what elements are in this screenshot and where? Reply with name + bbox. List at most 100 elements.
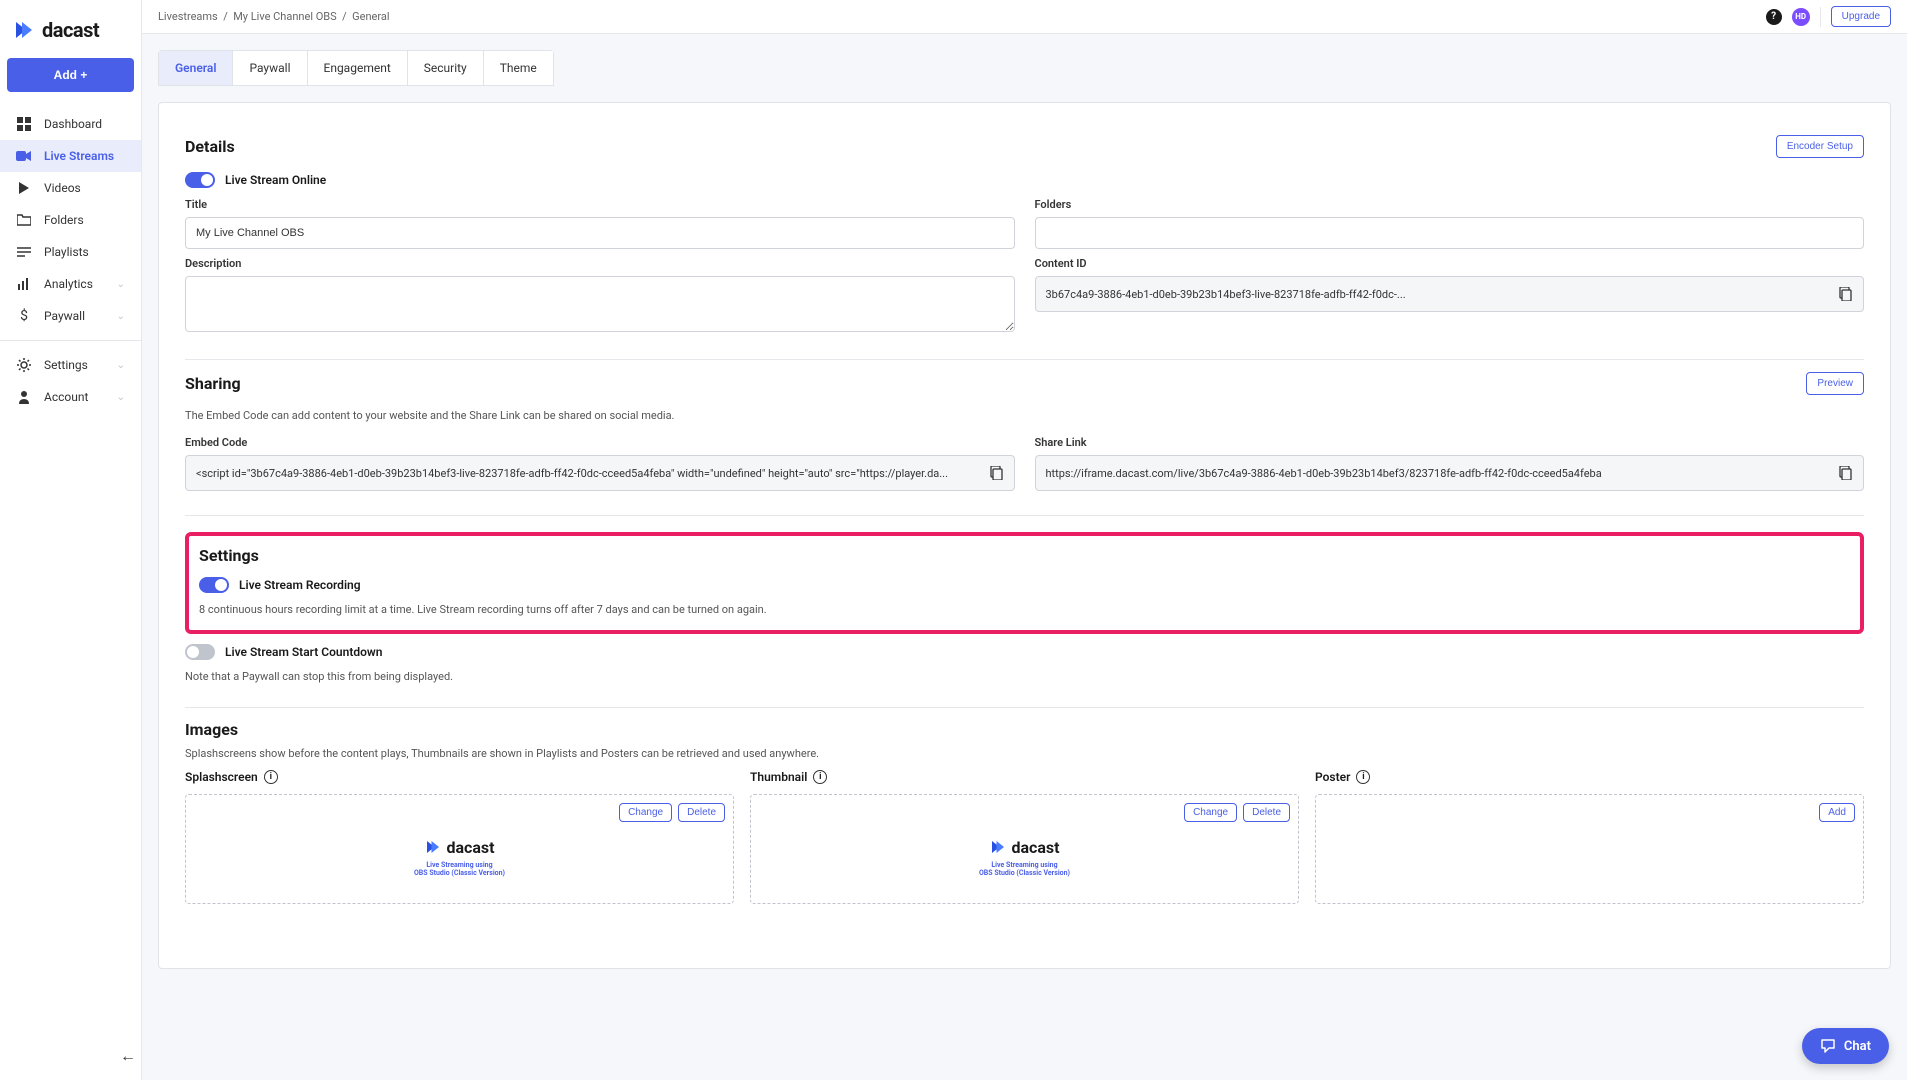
collapse-sidebar-icon[interactable]: ← <box>120 1046 136 1066</box>
sidebar-item-videos[interactable]: Videos <box>0 172 141 204</box>
live-stream-online-label: Live Stream Online <box>225 173 326 187</box>
camera-icon <box>16 148 32 164</box>
topbar: Livestreams / My Live Channel OBS / Gene… <box>142 0 1907 34</box>
divider <box>1820 7 1821 27</box>
splash-preview: dacast Live Streaming using OBS Studio (… <box>414 838 505 877</box>
analytics-icon <box>16 276 32 292</box>
upgrade-button[interactable]: Upgrade <box>1831 6 1891 27</box>
info-icon[interactable]: i <box>264 770 278 784</box>
tab-security[interactable]: Security <box>408 51 484 85</box>
brand-logo[interactable]: dacast <box>0 0 141 58</box>
description-input[interactable] <box>185 276 1015 332</box>
splashscreen-col: Splashscreen i Change Delete <box>185 770 734 904</box>
sidebar-item-settings[interactable]: Settings ⌄ <box>0 349 141 381</box>
sharelink-label: Share Link <box>1035 436 1865 449</box>
sharing-heading: Sharing <box>185 374 241 393</box>
panel-general: Details Encoder Setup Live Stream Online… <box>158 102 1891 969</box>
countdown-label: Live Stream Start Countdown <box>225 645 382 659</box>
dashboard-icon <box>16 116 32 132</box>
splashscreen-label: Splashscreen <box>185 770 258 784</box>
preview-button[interactable]: Preview <box>1806 372 1864 395</box>
folder-icon <box>16 212 32 228</box>
contentid-label: Content ID <box>1035 257 1865 270</box>
breadcrumb-channel[interactable]: My Live Channel OBS <box>233 10 337 23</box>
poster-add-button[interactable]: Add <box>1819 803 1855 822</box>
settings-heading: Settings <box>199 546 1850 565</box>
chevron-down-icon: ⌄ <box>117 360 125 371</box>
images-note: Splashscreens show before the content pl… <box>185 747 1864 760</box>
thumb-preview: dacast Live Streaming using OBS Studio (… <box>979 838 1070 877</box>
chat-widget[interactable]: Chat <box>1802 1028 1889 1064</box>
live-stream-recording-toggle[interactable] <box>199 577 229 593</box>
tab-engagement[interactable]: Engagement <box>308 51 408 85</box>
sharelink-field: https://iframe.dacast.com/live/3b67c4a9-… <box>1035 455 1865 491</box>
chevron-down-icon: ⌄ <box>117 279 125 290</box>
sidebar-item-folders[interactable]: Folders <box>0 204 141 236</box>
avatar[interactable]: HD <box>1792 8 1810 26</box>
sidebar-item-dashboard[interactable]: Dashboard <box>0 108 141 140</box>
tab-paywall[interactable]: Paywall <box>233 51 307 85</box>
images-heading: Images <box>185 720 1864 739</box>
tab-theme[interactable]: Theme <box>484 51 553 85</box>
help-icon[interactable]: ? <box>1766 9 1782 25</box>
sidebar-item-label: Settings <box>44 358 88 372</box>
folders-input[interactable] <box>1035 217 1865 249</box>
title-input[interactable] <box>185 217 1015 249</box>
splash-delete-button[interactable]: Delete <box>678 803 725 822</box>
sidebar-item-account[interactable]: Account ⌄ <box>0 381 141 413</box>
contentid-value: 3b67c4a9-3886-4eb1-d0eb-39b23b14bef3-liv… <box>1046 288 1830 301</box>
section-settings: Settings Live Stream Recording 8 continu… <box>185 516 1864 708</box>
settings-highlight: Settings Live Stream Recording 8 continu… <box>185 532 1864 634</box>
sidebar-item-label: Live Streams <box>44 149 114 163</box>
play-icon <box>16 180 32 196</box>
sidebar-item-label: Analytics <box>44 277 93 291</box>
countdown-toggle[interactable] <box>185 644 215 660</box>
add-button[interactable]: Add + <box>7 58 134 92</box>
encoder-setup-button[interactable]: Encoder Setup <box>1776 135 1864 158</box>
sidebar-item-label: Folders <box>44 213 84 227</box>
sidebar-item-label: Dashboard <box>44 117 102 131</box>
sidebar-item-analytics[interactable]: Analytics ⌄ <box>0 268 141 300</box>
poster-box: Add <box>1315 794 1864 904</box>
description-label: Description <box>185 257 1015 270</box>
chat-icon <box>1820 1038 1836 1054</box>
countdown-note: Note that a Paywall can stop this from b… <box>185 670 1864 683</box>
live-stream-online-toggle[interactable] <box>185 172 215 188</box>
tab-general[interactable]: General <box>159 51 233 85</box>
tabs: General Paywall Engagement Security Them… <box>158 50 554 86</box>
sidebar-item-paywall[interactable]: $ Paywall ⌄ <box>0 300 141 332</box>
dacast-logo-icon <box>424 838 442 856</box>
sidebar-item-playlists[interactable]: Playlists <box>0 236 141 268</box>
thumb-change-button[interactable]: Change <box>1184 803 1237 822</box>
breadcrumb-livestreams[interactable]: Livestreams <box>158 10 218 23</box>
dacast-logo-icon <box>989 838 1007 856</box>
chevron-down-icon: ⌄ <box>117 311 125 322</box>
copy-icon[interactable] <box>1837 286 1853 302</box>
playlist-icon <box>16 244 32 260</box>
sidebar-item-live-streams[interactable]: Live Streams <box>0 140 141 172</box>
gear-icon <box>16 357 32 373</box>
contentid-field: 3b67c4a9-3886-4eb1-d0eb-39b23b14bef3-liv… <box>1035 276 1865 312</box>
thumbnail-label: Thumbnail <box>750 770 807 784</box>
breadcrumb: Livestreams / My Live Channel OBS / Gene… <box>158 10 390 23</box>
section-details: Details Encoder Setup Live Stream Online… <box>185 123 1864 360</box>
person-icon <box>16 389 32 405</box>
thumbnail-box: Change Delete dacast Live Streaming usin… <box>750 794 1299 904</box>
copy-icon[interactable] <box>988 465 1004 481</box>
live-stream-recording-label: Live Stream Recording <box>239 578 361 592</box>
recording-note: 8 continuous hours recording limit at a … <box>199 603 1850 616</box>
sidebar-item-label: Videos <box>44 181 81 195</box>
sidebar: dacast Add + Dashboard Live Streams Vide… <box>0 0 142 1080</box>
chevron-down-icon: ⌄ <box>117 392 125 403</box>
thumb-delete-button[interactable]: Delete <box>1243 803 1290 822</box>
copy-icon[interactable] <box>1837 465 1853 481</box>
embed-label: Embed Code <box>185 436 1015 449</box>
info-icon[interactable]: i <box>1356 770 1370 784</box>
chat-label: Chat <box>1844 1039 1871 1054</box>
section-sharing: Sharing Preview The Embed Code can add c… <box>185 360 1864 516</box>
sidebar-item-label: Paywall <box>44 309 85 323</box>
dacast-logo-icon <box>12 18 36 42</box>
dollar-icon: $ <box>16 308 32 324</box>
splash-change-button[interactable]: Change <box>619 803 672 822</box>
info-icon[interactable]: i <box>813 770 827 784</box>
